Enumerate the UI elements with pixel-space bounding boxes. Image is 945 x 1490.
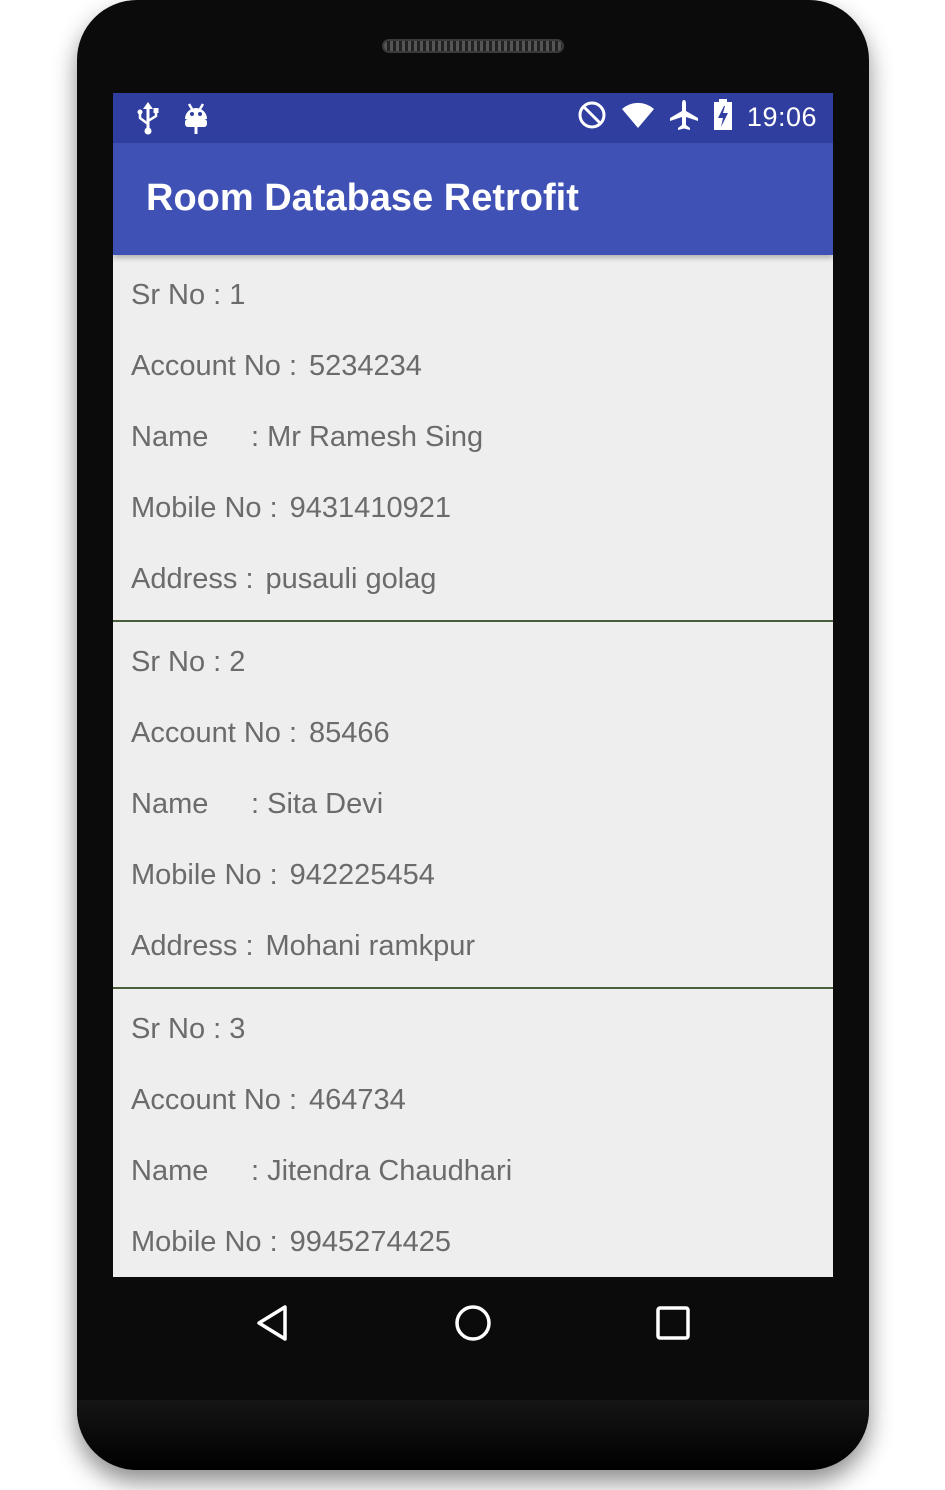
account-label: Account No : xyxy=(131,350,298,382)
name-value: : Jitendra Chaudhari xyxy=(251,1155,513,1187)
status-time: 19:06 xyxy=(746,102,817,132)
mobile-value: 942225454 xyxy=(289,859,435,891)
usb-icon xyxy=(135,102,161,141)
app-toolbar: Room Database Retrofit xyxy=(113,143,833,255)
address-value: pusauli golag xyxy=(265,563,437,595)
navigation-bar xyxy=(113,1277,833,1373)
mobile-label: Mobile No : xyxy=(131,859,278,891)
account-row: Account No : 464734 xyxy=(131,1084,406,1117)
recents-square-icon xyxy=(653,1303,693,1348)
account-value: 85466 xyxy=(309,717,390,749)
android-debug-icon xyxy=(183,102,209,141)
home-button[interactable] xyxy=(453,1303,493,1348)
name-value: : Sita Devi xyxy=(251,788,384,820)
name-value: : Mr Ramesh Sing xyxy=(251,421,484,453)
mobile-row: Mobile No : 9945274425 xyxy=(131,1226,451,1259)
sr-no-text: Sr No : 1 xyxy=(131,279,246,311)
recents-button[interactable] xyxy=(653,1305,693,1345)
list-item[interactable]: Sr No : 2 Account No : 85466 Name : Sita D… xyxy=(113,622,833,989)
status-bar: 19:06 xyxy=(113,93,833,143)
account-row: Account No : 85466 xyxy=(131,717,390,750)
phone-chin xyxy=(77,1400,869,1470)
earpiece-speaker xyxy=(382,39,564,53)
mobile-label: Mobile No : xyxy=(131,1226,278,1258)
name-label: Name xyxy=(131,788,209,820)
do-not-disturb-icon xyxy=(577,100,607,135)
address-value: Mohani ramkpur xyxy=(265,930,476,962)
sr-no-text: Sr No : 3 xyxy=(131,1013,246,1045)
address-label: Address : xyxy=(131,930,254,962)
list-item[interactable]: Sr No : 1 Account No : 5234234 Name : Mr R… xyxy=(113,255,833,622)
airplane-mode-icon xyxy=(669,99,699,136)
app-title: Room Database Retrofit xyxy=(146,177,579,219)
mobile-value: 9945274425 xyxy=(289,1226,451,1258)
mobile-row: Mobile No : 9431410921 xyxy=(131,492,451,525)
battery-charging-icon xyxy=(713,99,733,136)
name-label: Name xyxy=(131,421,209,453)
address-label: Address : xyxy=(131,563,254,595)
name-row: Name : Jitendra Chaudhari xyxy=(131,1155,512,1188)
address-row: Address : Mohani ramkpur xyxy=(131,930,475,963)
account-row: Account No : 5234234 xyxy=(131,350,422,383)
wifi-icon xyxy=(621,100,655,135)
name-row: Name : Sita Devi xyxy=(131,788,383,821)
account-label: Account No : xyxy=(131,1084,298,1116)
home-circle-icon xyxy=(453,1303,493,1348)
mobile-label: Mobile No : xyxy=(131,492,278,524)
device-screen: 19:06 Room Database Retrofit Sr No : 1 A… xyxy=(113,93,833,1277)
mobile-value: 9431410921 xyxy=(289,492,451,524)
sr-no-text: Sr No : 2 xyxy=(131,646,246,678)
records-list[interactable]: Sr No : 1 Account No : 5234234 Name : Mr R… xyxy=(113,255,833,1277)
back-triangle-icon xyxy=(253,1303,293,1348)
account-value: 5234234 xyxy=(309,350,422,382)
account-value: 464734 xyxy=(309,1084,406,1116)
mobile-row: Mobile No : 942225454 xyxy=(131,859,435,892)
name-row: Name : Mr Ramesh Sing xyxy=(131,421,483,454)
list-item[interactable]: Sr No : 3 Account No : 464734 Name : Jiten… xyxy=(113,989,833,1277)
back-button[interactable] xyxy=(253,1303,293,1348)
address-row: Address : pusauli golag xyxy=(131,563,436,596)
account-label: Account No : xyxy=(131,717,298,749)
name-label: Name xyxy=(131,1155,209,1187)
